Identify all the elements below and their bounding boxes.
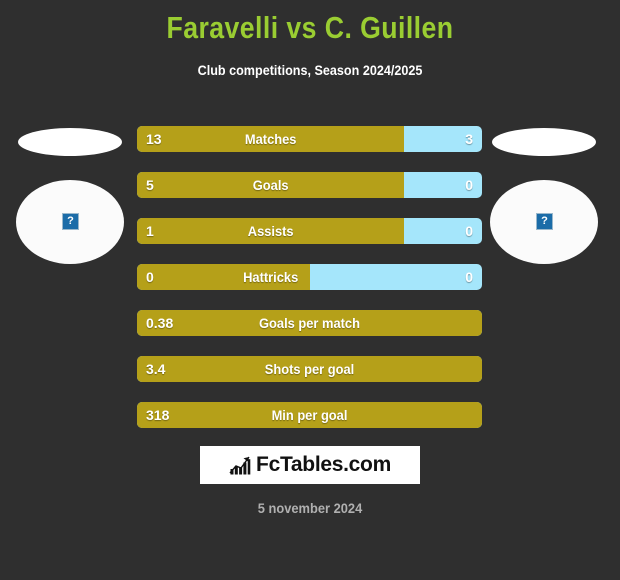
stat-label: Goals [252, 177, 289, 193]
stat-away-value: 0 [465, 269, 473, 285]
home-player-photo: ? [16, 180, 124, 264]
stat-row: 1 Assists 0 [137, 218, 482, 244]
away-player-avatar-group: ? [482, 120, 612, 270]
stat-away-value: 3 [465, 131, 473, 147]
broken-image-icon: ? [536, 213, 553, 230]
stat-row: 0 Hattricks 0 [137, 264, 482, 290]
stat-away-value: 0 [465, 223, 473, 239]
broken-image-icon: ? [62, 213, 79, 230]
stat-row: 0.38 Goals per match [137, 310, 482, 336]
stat-row: 318 Min per goal [137, 402, 482, 428]
bar-chart-icon [229, 456, 251, 475]
page-subtitle: Club competitions, Season 2024/2025 [197, 62, 423, 78]
stat-label: Min per goal [271, 407, 348, 423]
stat-row: 3.4 Shots per goal [137, 356, 482, 382]
stat-away-value: 0 [465, 177, 473, 193]
stat-label: Hattricks [243, 269, 299, 285]
stat-label: Matches [244, 131, 297, 147]
stat-row: 5 Goals 0 [137, 172, 482, 198]
date-label: 5 november 2024 [257, 500, 363, 516]
home-player-avatar-group: ? [8, 120, 138, 270]
stat-label: Assists [247, 223, 294, 239]
away-player-photo: ? [490, 180, 598, 264]
home-player-shirt-image [18, 128, 122, 156]
logo-text: FcTables.com [256, 453, 391, 476]
stats-bar-list: 13 Matches 3 5 Goals 0 1 Assists 0 0 Hattricks 0 0.3… [137, 126, 482, 448]
stat-label: Goals per match [259, 315, 360, 331]
page-title: Faravelli vs C. Guillen [166, 10, 454, 45]
stat-label: Shots per goal [264, 361, 355, 377]
away-player-shirt-image [492, 128, 596, 156]
stat-row: 13 Matches 3 [137, 126, 482, 152]
fctables-logo[interactable]: FcTables.com [200, 446, 420, 484]
stat-comparison-card: Faravelli vs C. Guillen Club competition… [0, 0, 620, 580]
